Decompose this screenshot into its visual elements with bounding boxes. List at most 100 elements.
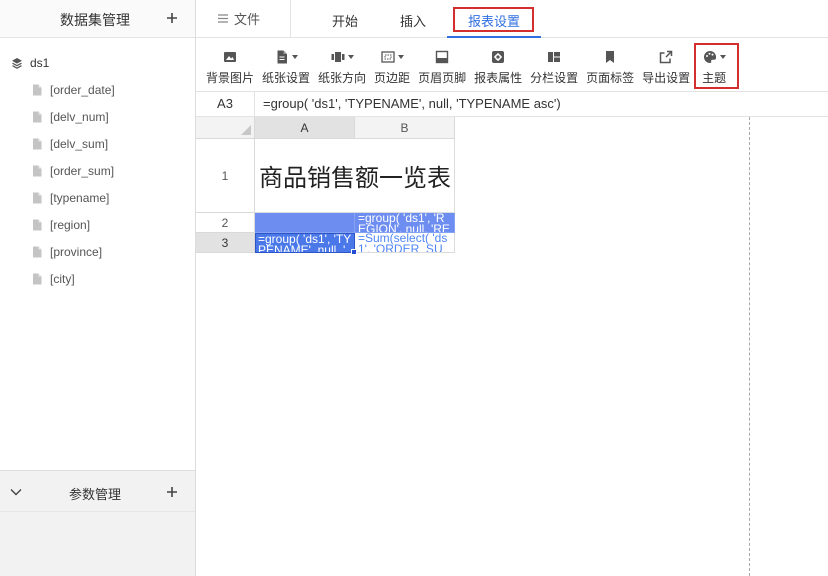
palette-icon — [704, 50, 717, 63]
header-footer-label: 页眉页脚 — [418, 71, 467, 85]
file-icon — [32, 219, 42, 231]
export-icon — [658, 49, 674, 65]
select-all-corner[interactable] — [196, 117, 255, 139]
paper-settings-icon-group — [274, 49, 299, 65]
field-typename[interactable]: [typename] — [0, 184, 195, 211]
field-order-date[interactable]: [order_date] — [0, 76, 195, 103]
row-header-1[interactable]: 1 — [196, 139, 255, 213]
field-label: [region] — [50, 217, 91, 232]
field-city[interactable]: [city] — [0, 265, 195, 292]
theme-label: 主题 — [702, 71, 727, 85]
settings-icon — [490, 49, 506, 65]
file-icon — [32, 84, 42, 96]
file-icon — [32, 192, 42, 204]
tab-report-settings[interactable]: 报表设置 — [468, 11, 520, 30]
paper-icon — [277, 50, 288, 64]
field-order-sum[interactable]: [order_sum] — [0, 157, 195, 184]
menu-divider — [290, 0, 291, 38]
paper-orientation-button[interactable]: 纸张方向 — [318, 38, 366, 85]
file-icon — [32, 111, 42, 123]
field-label: [delv_sum] — [50, 136, 109, 151]
report-properties-button[interactable]: 报表属性 — [474, 38, 522, 85]
plus-icon — [167, 13, 177, 23]
field-region[interactable]: [region] — [0, 211, 195, 238]
export-settings-button[interactable]: 导出设置 — [642, 38, 690, 85]
background-image-button[interactable]: 背景图片 — [206, 38, 254, 85]
paper-orientation-label: 纸张方向 — [318, 71, 367, 85]
column-header-b[interactable]: B — [355, 117, 455, 139]
report-properties-label: 报表属性 — [474, 71, 523, 85]
parameter-manager-section: 参数管理 — [0, 470, 195, 576]
file-icon — [32, 246, 42, 258]
file-icon — [32, 273, 42, 285]
page-margin-button[interactable]: 页边距 — [374, 38, 410, 85]
theme-button[interactable]: 主题 — [698, 38, 730, 85]
caret-down-icon — [348, 55, 355, 59]
page-tag-button[interactable]: 页面标签 — [586, 38, 634, 85]
header-footer-button[interactable]: 页眉页脚 — [418, 38, 466, 85]
orientation-icon — [331, 52, 345, 62]
column-settings-button[interactable]: 分栏设置 — [530, 38, 578, 85]
parameter-manager-title: 参数管理 — [69, 487, 122, 502]
dataset-node-ds1[interactable]: ds1 — [0, 49, 195, 76]
header-footer-icon — [434, 49, 450, 65]
page-boundary-line — [749, 117, 750, 576]
cell-a1-title[interactable]: 商品销售额一览表 — [255, 139, 455, 213]
dataset-manager-title: 数据集管理 — [60, 12, 130, 28]
columns-icon — [546, 49, 562, 65]
field-label: [province] — [50, 244, 103, 259]
parameter-manager-header: 参数管理 — [0, 471, 195, 512]
column-header-a[interactable]: A — [255, 117, 355, 139]
caret-down-icon — [398, 55, 405, 59]
theme-icon-group — [702, 49, 727, 65]
field-label: [delv_num] — [50, 109, 109, 124]
dataset-manager-header: 数据集管理 — [0, 0, 195, 38]
page-margin-label: 页边距 — [374, 71, 411, 85]
tab-insert[interactable]: 插入 — [400, 11, 426, 30]
page-margin-icon-group — [380, 49, 405, 65]
add-parameter-button[interactable] — [166, 486, 178, 498]
field-delv-sum[interactable]: [delv_sum] — [0, 130, 195, 157]
caret-down-icon — [720, 55, 727, 59]
file-menu-button[interactable]: 文件 — [218, 0, 260, 37]
row-header-3[interactable]: 3 — [196, 233, 255, 253]
fill-handle[interactable] — [351, 249, 357, 255]
margin-icon — [381, 51, 395, 63]
cell-b3[interactable]: =Sum(select( 'ds1', 'ORDER_SUM' — [355, 233, 455, 253]
dataset-field-list: [order_date] [delv_num] [delv_sum] [orde… — [0, 76, 195, 292]
caret-down-icon — [292, 55, 299, 59]
field-label: [order_sum] — [50, 163, 115, 178]
cell-b2[interactable]: =group( 'ds1', 'REGION', null, 'RE — [355, 213, 455, 233]
cell-b3-formula: =Sum(select( 'ds1', 'ORDER_SUM' — [358, 233, 448, 253]
field-label: [city] — [50, 271, 75, 286]
cell-a2[interactable] — [255, 213, 355, 233]
column-settings-label: 分栏设置 — [530, 71, 579, 85]
cell-reference-box[interactable]: A3 — [196, 92, 255, 116]
field-label: [typename] — [50, 190, 110, 205]
field-province[interactable]: [province] — [0, 238, 195, 265]
paper-orientation-icon-group — [330, 49, 355, 65]
row-header-2[interactable]: 2 — [196, 213, 255, 233]
export-settings-label: 导出设置 — [642, 71, 691, 85]
tab-start[interactable]: 开始 — [332, 11, 358, 30]
cell-b2-formula: =group( 'ds1', 'REGION', null, 'RE — [358, 213, 450, 233]
layers-icon — [11, 57, 23, 69]
left-panel: 数据集管理 ds1 [order_date] [delv_num] [delv_… — [0, 0, 196, 576]
ribbon-toolbar: 背景图片 纸张设置 纸张方向 页边距 页眉页脚 报表属性 分栏设置 页面标签 导… — [196, 38, 828, 92]
add-dataset-button[interactable] — [166, 12, 178, 24]
paper-settings-label: 纸张设置 — [262, 71, 311, 85]
background-image-label: 背景图片 — [206, 71, 255, 85]
paper-settings-button[interactable]: 纸张设置 — [262, 38, 310, 85]
file-icon — [32, 165, 42, 177]
page-tag-label: 页面标签 — [586, 71, 635, 85]
spreadsheet-grid: A B 1 2 3 商品销售额一览表 =group( 'ds1', 'REGIO… — [196, 117, 828, 576]
chevron-down-icon[interactable] — [10, 488, 22, 496]
file-icon — [32, 138, 42, 150]
plus-icon — [167, 487, 177, 497]
formula-input[interactable]: =group( 'ds1', 'TYPENAME', null, 'TYPENA… — [263, 92, 561, 116]
cell-a3-selected[interactable]: =group( 'ds1', 'TYPENAME', null, ' — [255, 233, 355, 253]
image-icon — [222, 49, 238, 65]
top-menu-bar: 文件 开始 插入 报表设置 — [196, 0, 828, 38]
dataset-name: ds1 — [30, 55, 50, 70]
field-delv-num[interactable]: [delv_num] — [0, 103, 195, 130]
